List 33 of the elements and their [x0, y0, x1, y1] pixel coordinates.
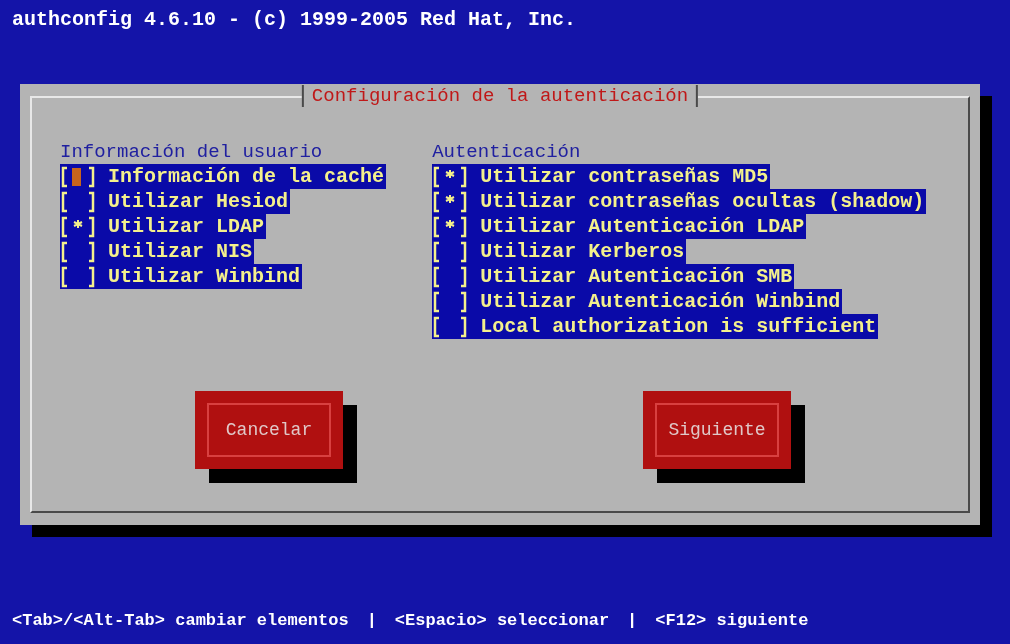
checkbox-icon[interactable] [432, 215, 469, 238]
checkbox-icon[interactable] [60, 165, 96, 188]
checkbox-row[interactable]: Información de la caché [60, 164, 387, 189]
checkbox-row[interactable]: Utilizar LDAP [60, 214, 267, 239]
checkbox-row[interactable]: Local authorization is sufficient [432, 314, 879, 339]
help-text: <F12> siguiente [655, 611, 809, 630]
checkbox-row[interactable]: Utilizar Winbind [60, 264, 303, 289]
checkbox-icon[interactable] [432, 190, 469, 213]
checkbox-row[interactable]: Utilizar Autenticación SMB [432, 264, 795, 289]
separator: | [627, 611, 638, 630]
checkbox-row[interactable]: Utilizar Hesiod [60, 189, 291, 214]
screen-title: authconfig 4.6.10 - (c) 1999-2005 Red Hat, Inc. [11, 7, 578, 33]
checkbox-row[interactable]: Utilizar contraseñas MD5 [432, 164, 771, 189]
checkbox-row[interactable]: Utilizar Autenticación LDAP [432, 214, 807, 239]
section-heading: Autenticación [432, 140, 581, 164]
checkbox-icon[interactable] [432, 240, 469, 263]
section-heading: Información del usuario [60, 140, 323, 164]
checkbox-row[interactable]: Utilizar NIS [60, 239, 255, 264]
checkbox-row[interactable]: Utilizar Autenticación Winbind [432, 289, 843, 314]
checkbox-icon[interactable] [432, 315, 469, 338]
checkbox-icon[interactable] [432, 265, 469, 288]
checkbox-row[interactable]: Utilizar Kerberos [432, 239, 687, 264]
checkbox-row[interactable]: Utilizar contraseñas ocultas (shadow) [432, 189, 927, 214]
checkbox-icon[interactable] [432, 290, 469, 313]
help-text: <Espacio> seleccionar [394, 611, 610, 630]
help-text: <Tab>/<Alt-Tab> cambiar elementos [12, 611, 349, 630]
checkbox-icon[interactable] [432, 165, 469, 188]
checkbox-icon[interactable] [60, 240, 96, 263]
separator: | [366, 611, 377, 630]
checkbox-icon[interactable] [60, 215, 96, 238]
checkbox-icon[interactable] [60, 190, 96, 213]
checkbox-icon[interactable] [60, 265, 96, 288]
dialog-title: Configuración de la autenticación [301, 85, 699, 107]
